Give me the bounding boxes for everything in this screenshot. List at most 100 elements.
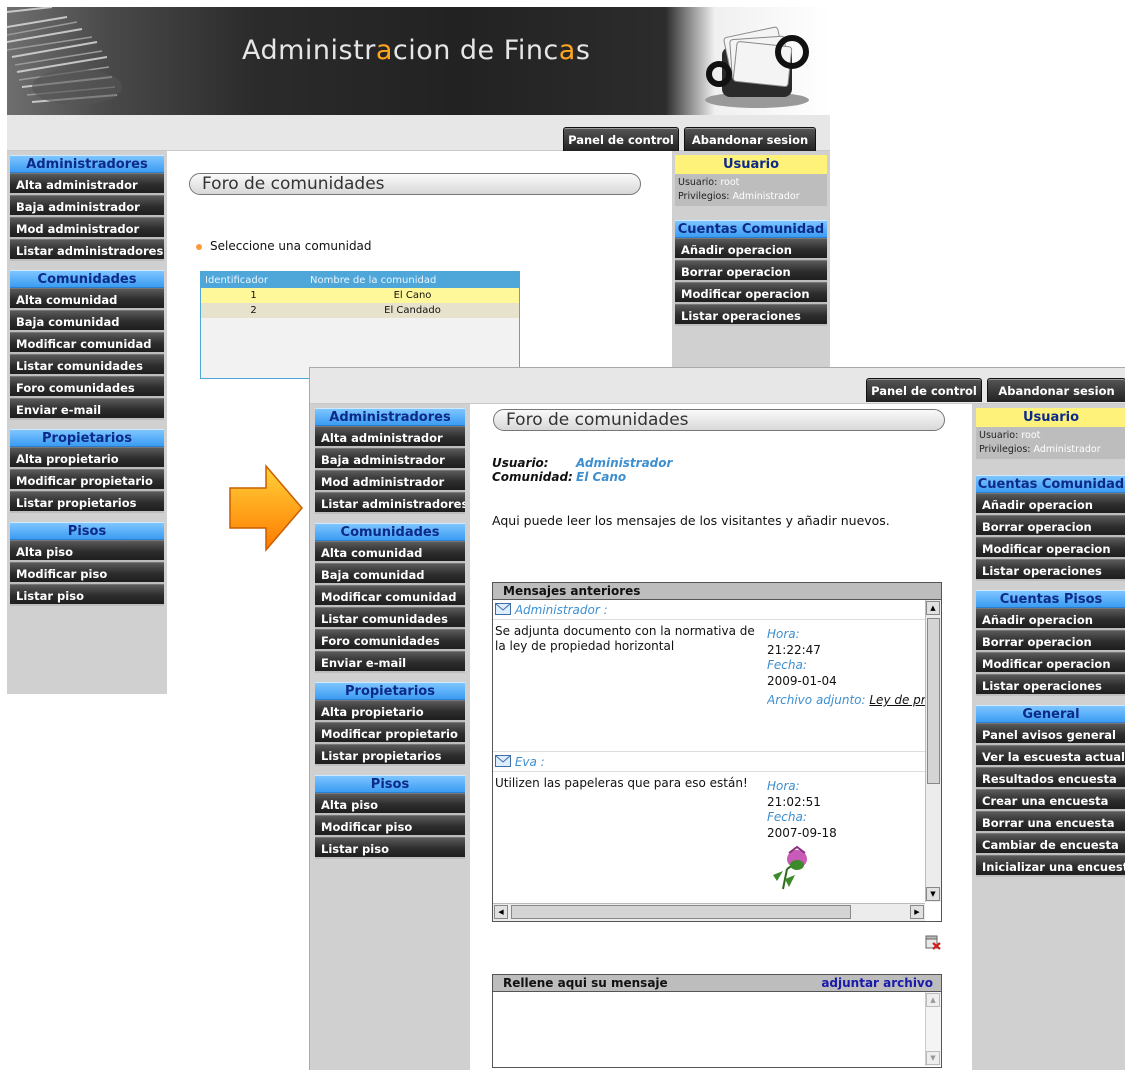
sidebar-item-alta-administrador[interactable]: Alta administrador	[10, 173, 164, 195]
arrow-right-icon	[229, 463, 303, 553]
rightbar-item-listar-operaciones[interactable]: Listar operaciones	[976, 674, 1125, 696]
scroll-left-icon[interactable]: ◀	[494, 905, 508, 919]
rightbar-item-borrar-operacion[interactable]: Borrar operacion	[976, 630, 1125, 652]
messages-panel: Mensajes anteriores Administrador : Se a…	[492, 582, 942, 922]
privileges-label: Privilegios:	[979, 444, 1031, 455]
envelope-icon	[495, 603, 511, 615]
sidebar-item-baja-administrador[interactable]: Baja administrador	[10, 195, 164, 217]
sidebar-heading-comunidades: Comunidades	[315, 523, 465, 541]
sidebar-item-foro-comunidades[interactable]: Foro comunidades	[10, 376, 164, 398]
sidebar-item-baja-comunidad[interactable]: Baja comunidad	[10, 310, 164, 332]
scroll-thumb[interactable]	[511, 905, 851, 919]
rightbar-item-modificar-operacion[interactable]: Modificar operacion	[675, 282, 827, 304]
rightbar-item-anadir-operacion[interactable]: Añadir operacion	[976, 493, 1125, 515]
select-community-text: Seleccione una comunidad	[210, 239, 372, 253]
sidebar-item-modificar-piso[interactable]: Modificar piso	[315, 815, 465, 837]
rightbar-item-modificar-operacion[interactable]: Modificar operacion	[976, 652, 1125, 674]
message-textarea[interactable]: ▲ ▼	[492, 992, 942, 1068]
rightbar-item-modificar-operacion[interactable]: Modificar operacion	[976, 537, 1125, 559]
user-panel: Usuario: root Privilegios: Administrador	[976, 427, 1125, 459]
rightbar-item-inicializar-una-encuesta[interactable]: Inicializar una encuesta	[976, 855, 1125, 877]
sidebar-item-alta-administrador[interactable]: Alta administrador	[315, 426, 465, 448]
sidebar-item-alta-comunidad[interactable]: Alta comunidad	[315, 541, 465, 563]
sidebar-item-listar-piso[interactable]: Listar piso	[10, 584, 164, 606]
communities-table: Identificador Nombre de la comunidad 1 E…	[200, 271, 520, 379]
back-page-title: Foro de comunidades	[189, 173, 641, 195]
delete-messages-icon[interactable]	[925, 934, 941, 950]
user-value: root	[720, 177, 740, 188]
rightbar-item-anadir-operacion[interactable]: Añadir operacion	[675, 238, 827, 260]
tab-abandonar-sesion[interactable]: Abandonar sesion	[987, 378, 1125, 402]
sidebar-item-enviar-e-mail[interactable]: Enviar e-mail	[315, 651, 465, 673]
sidebar-item-listar-comunidades[interactable]: Listar comunidades	[315, 607, 465, 629]
message-meta: Hora: 21:22:47 Fecha: 2009-01-04 Archivo…	[767, 627, 925, 709]
compose-scrollbar[interactable]: ▲ ▼	[925, 992, 941, 1066]
sidebar-item-modificar-piso[interactable]: Modificar piso	[10, 562, 164, 584]
sidebar-item-alta-propietario[interactable]: Alta propietario	[315, 700, 465, 722]
scroll-thumb[interactable]	[927, 618, 940, 784]
sidebar-item-modificar-propietario[interactable]: Modificar propietario	[10, 469, 164, 491]
rightbar-item-anadir-operacion[interactable]: Añadir operacion	[976, 608, 1125, 630]
sidebar-item-listar-administradores[interactable]: Listar administradores	[10, 239, 164, 261]
sidebar-item-baja-administrador[interactable]: Baja administrador	[315, 448, 465, 470]
sidebar-item-modificar-propietario[interactable]: Modificar propietario	[315, 722, 465, 744]
tab-panel-de-control[interactable]: Panel de control	[866, 378, 982, 402]
rightbar-item-borrar-operacion[interactable]: Borrar operacion	[976, 515, 1125, 537]
rightbar-item-crear-una-encuesta[interactable]: Crear una encuesta	[976, 789, 1125, 811]
sidebar-item-listar-piso[interactable]: Listar piso	[315, 837, 465, 859]
table-header-id: Identificador	[201, 272, 306, 288]
rolodex-icon	[705, 26, 809, 108]
sidebar-item-mod-administrador[interactable]: Mod administrador	[10, 217, 164, 239]
table-row[interactable]: 2 El Candado	[201, 303, 519, 318]
scroll-up-icon[interactable]: ▲	[926, 993, 940, 1007]
hora-value: 21:02:51	[767, 794, 821, 809]
rightbar-item-listar-operaciones[interactable]: Listar operaciones	[976, 559, 1125, 581]
community-value: El Cano	[576, 470, 627, 484]
sidebar-item-listar-propietarios[interactable]: Listar propietarios	[315, 744, 465, 766]
rightbar-item-borrar-una-encuesta[interactable]: Borrar una encuesta	[976, 811, 1125, 833]
back-right-nav: Cuentas Comunidad Añadir operacion Borrar …	[675, 220, 827, 326]
sidebar-heading-pisos: Pisos	[315, 775, 465, 793]
sidebar-item-alta-propietario[interactable]: Alta propietario	[10, 447, 164, 469]
sidebar-item-baja-comunidad[interactable]: Baja comunidad	[315, 563, 465, 585]
rightbar-item-borrar-operacion[interactable]: Borrar operacion	[675, 260, 827, 282]
sidebar-item-enviar-e-mail[interactable]: Enviar e-mail	[10, 398, 164, 420]
forum-main: Foro de comunidades Usuario: Administrado…	[470, 404, 972, 1070]
sidebar-item-alta-comunidad[interactable]: Alta comunidad	[10, 288, 164, 310]
envelope-icon	[495, 755, 511, 767]
sidebar-item-listar-propietarios[interactable]: Listar propietarios	[10, 491, 164, 513]
rightbar-heading-general: General	[976, 705, 1125, 723]
messages-horizontal-scrollbar[interactable]: ◀ ▶	[493, 903, 925, 921]
attach-file-link[interactable]: adjuntar archivo	[821, 975, 933, 991]
rightbar-item-resultados-encuesta[interactable]: Resultados encuesta	[976, 767, 1125, 789]
scroll-right-icon[interactable]: ▶	[910, 905, 924, 919]
message-meta: Hora: 21:02:51 Fecha: 2007-09-18	[767, 779, 925, 896]
sidebar-heading-pisos: Pisos	[10, 522, 164, 540]
tab-abandonar-sesion[interactable]: Abandonar sesion	[684, 127, 816, 151]
privileges-label: Privilegios:	[678, 191, 730, 202]
rightbar-item-cambiar-de-encuesta[interactable]: Cambiar de encuesta	[976, 833, 1125, 855]
sidebar-item-modificar-comunidad[interactable]: Modificar comunidad	[315, 585, 465, 607]
table-row[interactable]: 1 El Cano	[201, 288, 519, 303]
sidebar-item-modificar-comunidad[interactable]: Modificar comunidad	[10, 332, 164, 354]
messages-vertical-scrollbar[interactable]: ▲ ▼	[925, 600, 941, 902]
sidebar-item-alta-piso[interactable]: Alta piso	[10, 540, 164, 562]
scroll-up-icon[interactable]: ▲	[926, 601, 940, 615]
messages-header: Mensajes anteriores	[492, 582, 942, 600]
tab-panel-de-control[interactable]: Panel de control	[563, 127, 679, 151]
sidebar-item-mod-administrador[interactable]: Mod administrador	[315, 470, 465, 492]
sidebar-item-foro-comunidades[interactable]: Foro comunidades	[315, 629, 465, 651]
attachment-link[interactable]: Ley de pro horizontal.pdf	[869, 693, 925, 707]
thistle-flower-icon	[773, 845, 807, 890]
sidebar-item-alta-piso[interactable]: Alta piso	[315, 793, 465, 815]
sidebar-item-listar-comunidades[interactable]: Listar comunidades	[10, 354, 164, 376]
rightbar-item-ver-la-escuesta-actual[interactable]: Ver la escuesta actual	[976, 745, 1125, 767]
fecha-value: 2009-01-04	[767, 673, 837, 688]
rightbar-item-panel-avisos-general[interactable]: Panel avisos general	[976, 723, 1125, 745]
rightbar-item-listar-operaciones[interactable]: Listar operaciones	[675, 304, 827, 326]
privileges-value: Administrador	[1033, 444, 1101, 455]
rightbar-group-cuentas-comunidad: Cuentas Comunidad Añadir operacion Borrar …	[675, 220, 827, 326]
scroll-down-icon[interactable]: ▼	[926, 1051, 940, 1065]
sidebar-item-listar-administradores[interactable]: Listar administradores	[315, 492, 465, 514]
scroll-down-icon[interactable]: ▼	[926, 887, 940, 901]
